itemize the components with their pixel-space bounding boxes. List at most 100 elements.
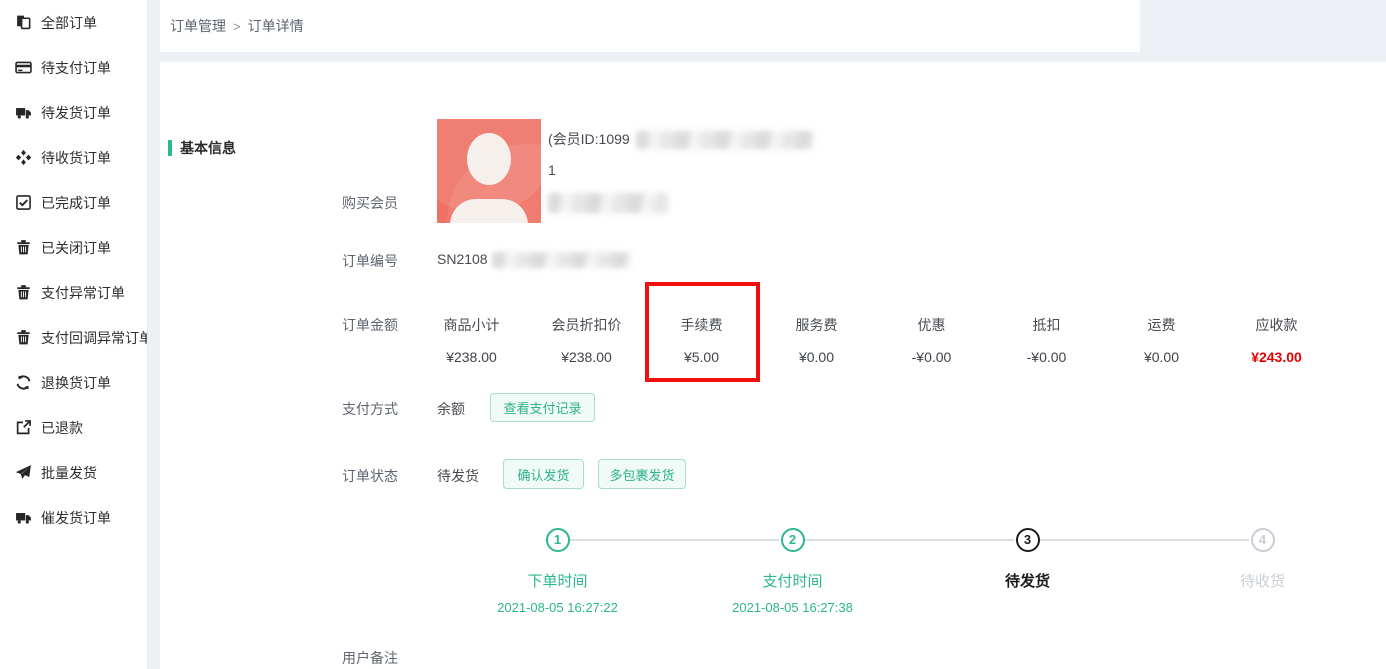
amount-column: 运费 ¥0.00	[1104, 315, 1219, 365]
amount-column-name: 应收款	[1219, 315, 1334, 335]
amount-column-value: -¥0.00	[989, 349, 1104, 365]
share-icon	[15, 419, 32, 436]
sidebar-item-label: 催发货订单	[41, 508, 111, 528]
order-no-value: SN2108	[437, 251, 632, 268]
order-progress-steps: 1 下单时间 2021-08-05 16:27:22 2 支付时间 2021-08-05 …	[440, 516, 1380, 626]
step-3: 3 待发货	[910, 516, 1145, 591]
amount-column: 手续费 ¥5.00	[644, 315, 759, 365]
member-line-2: 1	[548, 162, 556, 178]
sidebar-item-12[interactable]: 催发货订单	[0, 495, 147, 540]
order-sidebar: 全部订单待支付订单待发货订单待收货订单已完成订单已关闭订单支付异常订单支付回调异…	[0, 0, 148, 669]
sidebar-item-11[interactable]: 批量发货	[0, 450, 147, 495]
payment-method-label: 支付方式	[342, 399, 398, 419]
section-title-text: 基本信息	[180, 138, 236, 158]
sidebar-item-label: 支付异常订单	[41, 283, 125, 303]
order-amount-label: 订单金额	[342, 315, 398, 335]
sidebar-item-6[interactable]: 已关闭订单	[0, 225, 147, 270]
amount-column-name: 抵扣	[989, 315, 1104, 335]
order-status-value: 待发货	[437, 466, 479, 486]
step-number-circle: 1	[546, 528, 570, 552]
amount-column-name: 会员折扣价	[529, 315, 644, 335]
sidebar-item-5[interactable]: 已完成订单	[0, 180, 147, 225]
amount-column: 优惠 -¥0.00	[874, 315, 989, 365]
order-status-label: 订单状态	[342, 466, 398, 486]
breadcrumb: 订单管理 > 订单详情	[160, 0, 1140, 52]
section-accent-bar	[168, 140, 172, 156]
step-4: 4 待收货	[1145, 516, 1380, 591]
sidebar-item-2[interactable]: 待支付订单	[0, 45, 147, 90]
member-id-prefix: (会员ID:1099	[548, 131, 630, 147]
step-label: 待发货	[910, 570, 1145, 591]
sidebar-item-7[interactable]: 支付异常订单	[0, 270, 147, 315]
amount-column-name: 优惠	[874, 315, 989, 335]
credit-card-icon	[15, 59, 32, 76]
step-label: 支付时间	[675, 570, 910, 591]
amount-column-name: 运费	[1104, 315, 1219, 335]
breadcrumb-current: 订单详情	[248, 16, 304, 36]
sidebar-item-label: 退换货订单	[41, 373, 111, 393]
step-number-circle: 4	[1251, 528, 1275, 552]
payment-method-value: 余额	[437, 399, 465, 419]
amount-column: 商品小计¥238.00	[414, 315, 529, 365]
truck-icon	[15, 104, 32, 121]
member-avatar	[437, 119, 541, 223]
copy-icon	[15, 14, 32, 31]
avatar-person-body	[450, 199, 528, 223]
amount-column-name: 服务费	[759, 315, 874, 335]
sidebar-item-label: 待发货订单	[41, 103, 111, 123]
amount-column-name: 手续费	[644, 315, 759, 335]
order-no-label: 订单编号	[342, 251, 398, 271]
amount-column-value: ¥0.00	[759, 349, 874, 365]
step-2: 2 支付时间 2021-08-05 16:27:38	[675, 516, 910, 615]
step-label: 下单时间	[440, 570, 675, 591]
order-detail-card: 基本信息 购买会员 (会员ID:1099 1 订单编号 SN2108 订单金额 …	[160, 62, 1386, 669]
amount-column: 抵扣 -¥0.00	[989, 315, 1104, 365]
step-number-circle: 2	[781, 528, 805, 552]
sidebar-item-1[interactable]: 全部订单	[0, 0, 147, 45]
buyer-label: 购买会员	[342, 193, 398, 213]
confirm-ship-button[interactable]: 确认发货	[503, 459, 584, 489]
sidebar-item-label: 批量发货	[41, 463, 97, 483]
sidebar-item-8[interactable]: 支付回调异常订单	[0, 315, 147, 360]
sidebar-item-label: 已关闭订单	[41, 238, 111, 258]
order-detail-page: { "colors": { "accent_teal": "#2bb78f", …	[0, 0, 1386, 669]
view-payment-record-button[interactable]: 查看支付记录	[490, 393, 595, 422]
member-id-line: (会员ID:1099	[548, 129, 814, 149]
amount-column-value: -¥0.00	[874, 349, 989, 365]
step-timestamp: 2021-08-05 16:27:38	[675, 600, 910, 615]
step-label: 待收货	[1145, 570, 1380, 591]
sidebar-item-label: 待收货订单	[41, 148, 111, 168]
amount-column: 服务费 ¥0.00	[759, 315, 874, 365]
amount-column: 应收款 ¥243.00	[1219, 315, 1334, 365]
sidebar-item-10[interactable]: 已退款	[0, 405, 147, 450]
step-timestamp: 2021-08-05 16:27:22	[440, 600, 675, 615]
amount-column: 会员折扣价 ¥238.00	[529, 315, 644, 365]
amount-column-value: ¥0.00	[1104, 349, 1219, 365]
sidebar-item-label: 支付回调异常订单	[41, 328, 148, 348]
redacted-member-name	[548, 193, 668, 213]
multi-package-ship-button[interactable]: 多包裹发货	[598, 459, 686, 489]
refresh-icon	[15, 374, 32, 391]
user-remark-label: 用户备注	[342, 648, 398, 668]
sidebar-item-label: 待支付订单	[41, 58, 111, 78]
sidebar-item-3[interactable]: 待发货订单	[0, 90, 147, 135]
amount-column-value: ¥5.00	[644, 349, 759, 365]
trash-icon	[15, 284, 32, 301]
step-number-circle: 3	[1016, 528, 1040, 552]
sidebar-item-9[interactable]: 退换货订单	[0, 360, 147, 405]
check-square-icon	[15, 194, 32, 211]
sidebar-item-4[interactable]: 待收货订单	[0, 135, 147, 180]
avatar-person-head	[467, 133, 511, 185]
parcel-icon	[15, 149, 32, 166]
paper-plane-icon	[15, 464, 32, 481]
breadcrumb-parent[interactable]: 订单管理	[170, 16, 226, 36]
amount-column-value: ¥238.00	[414, 349, 529, 365]
section-basic-info: 基本信息	[168, 138, 236, 158]
sidebar-item-label: 已完成订单	[41, 193, 111, 213]
trash-icon	[15, 329, 32, 346]
truck-icon	[15, 509, 32, 526]
redacted-order-no	[492, 252, 632, 268]
amount-column-value: ¥243.00	[1219, 349, 1334, 365]
amount-column-value: ¥238.00	[529, 349, 644, 365]
trash-icon	[15, 239, 32, 256]
